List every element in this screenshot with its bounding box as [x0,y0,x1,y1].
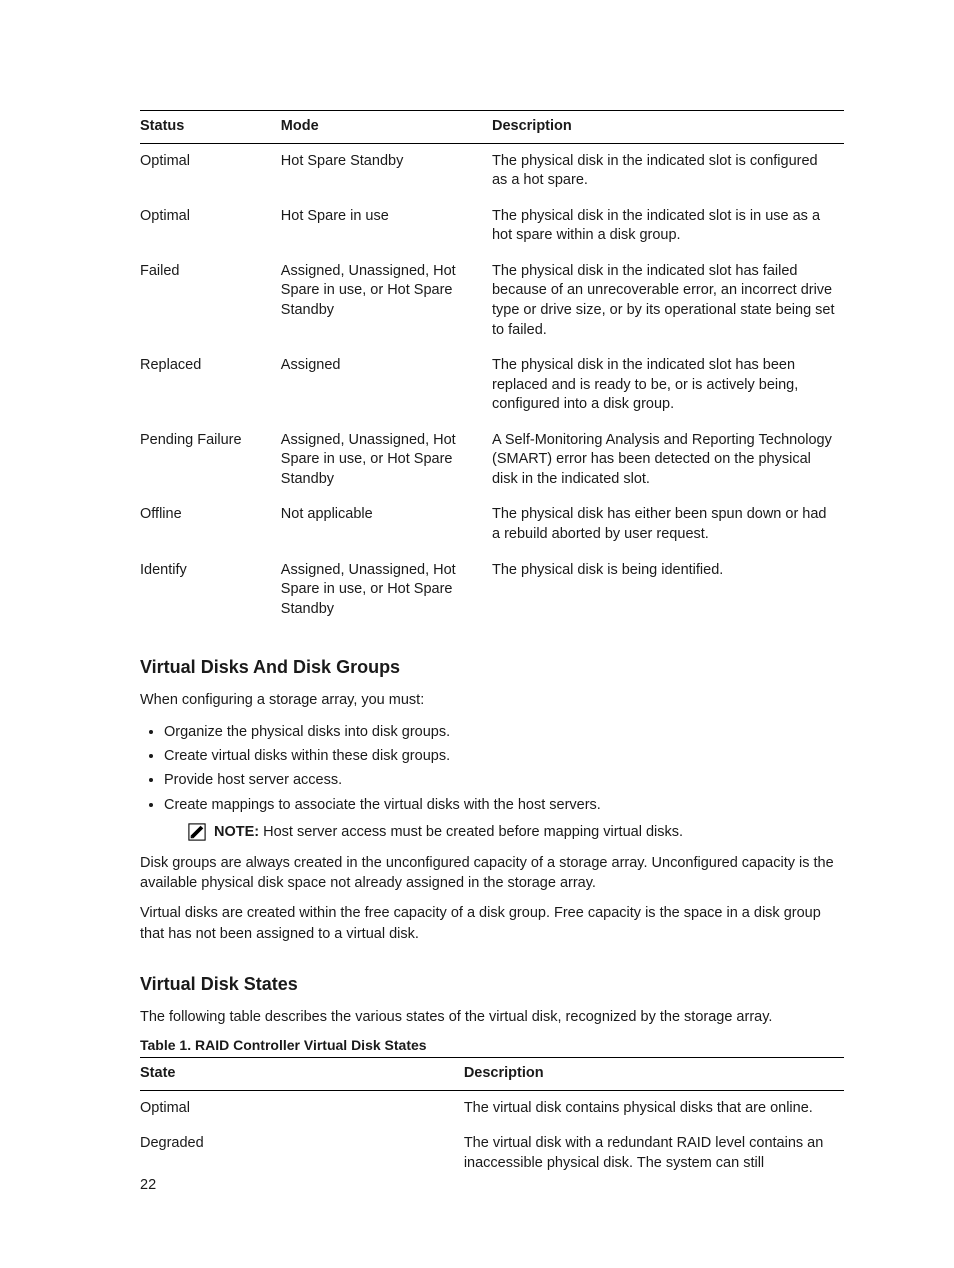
note-text: NOTE: Host server access must be created… [214,822,683,842]
table-row: Optimal The virtual disk contains physic… [140,1090,844,1126]
th-description: Description [492,111,844,144]
paragraph: Disk groups are always created in the un… [140,853,844,894]
th-mode: Mode [281,111,492,144]
cell-mode: Assigned, Unassigned, Hot Spare in use, … [281,423,492,498]
table-caption: Table 1. RAID Controller Virtual Disk St… [140,1037,844,1053]
cell-description: The physical disk in the indicated slot … [492,348,844,423]
note-callout: NOTE: Host server access must be created… [188,822,844,842]
cell-status: Pending Failure [140,423,281,498]
cell-status: Optimal [140,199,281,254]
th-description: Description [464,1058,844,1091]
cell-description: The physical disk in the indicated slot … [492,254,844,348]
paragraph-intro: The following table describes the variou… [140,1007,844,1027]
cell-description: A Self-Monitoring Analysis and Reporting… [492,423,844,498]
table-row: Identify Assigned, Unassigned, Hot Spare… [140,553,844,628]
page-number: 22 [140,1177,156,1193]
heading-virtual-disk-states: Virtual Disk States [140,974,844,995]
cell-mode: Assigned [281,348,492,423]
table-row: Pending Failure Assigned, Unassigned, Ho… [140,423,844,498]
cell-status: Identify [140,553,281,628]
note-body: Host server access must be created befor… [259,824,683,840]
table-row: Optimal Hot Spare in use The physical di… [140,199,844,254]
note-label: NOTE: [214,824,259,840]
physical-disk-status-table: Status Mode Description Optimal Hot Spar… [140,110,844,627]
virtual-disk-states-table: State Description Optimal The virtual di… [140,1057,844,1181]
bullet-list: Organize the physical disks into disk gr… [164,721,844,817]
cell-description: The virtual disk with a redundant RAID l… [464,1126,844,1181]
cell-description: The physical disk in the indicated slot … [492,199,844,254]
cell-status: Replaced [140,348,281,423]
cell-mode: Assigned, Unassigned, Hot Spare in use, … [281,254,492,348]
cell-status: Failed [140,254,281,348]
cell-status: Optimal [140,143,281,199]
table-row: Degraded The virtual disk with a redunda… [140,1126,844,1181]
note-icon [188,823,206,841]
cell-state: Optimal [140,1090,464,1126]
table-row: Failed Assigned, Unassigned, Hot Spare i… [140,254,844,348]
cell-description: The physical disk has either been spun d… [492,497,844,552]
cell-description: The virtual disk contains physical disks… [464,1090,844,1126]
th-state: State [140,1058,464,1091]
heading-virtual-disks-and-disk-groups: Virtual Disks And Disk Groups [140,657,844,678]
table-row: Offline Not applicable The physical disk… [140,497,844,552]
list-item: Create mappings to associate the virtual… [164,794,844,816]
cell-state: Degraded [140,1126,464,1181]
cell-status: Offline [140,497,281,552]
list-item: Organize the physical disks into disk gr… [164,721,844,743]
paragraph-intro: When configuring a storage array, you mu… [140,690,844,710]
list-item: Create virtual disks within these disk g… [164,745,844,767]
cell-mode: Hot Spare Standby [281,143,492,199]
list-item: Provide host server access. [164,769,844,791]
paragraph: Virtual disks are created within the fre… [140,903,844,944]
th-status: Status [140,111,281,144]
cell-mode: Hot Spare in use [281,199,492,254]
cell-description: The physical disk is being identified. [492,553,844,628]
table-row: Optimal Hot Spare Standby The physical d… [140,143,844,199]
cell-mode: Assigned, Unassigned, Hot Spare in use, … [281,553,492,628]
document-page: Status Mode Description Optimal Hot Spar… [0,0,954,1268]
cell-mode: Not applicable [281,497,492,552]
cell-description: The physical disk in the indicated slot … [492,143,844,199]
table-row: Replaced Assigned The physical disk in t… [140,348,844,423]
